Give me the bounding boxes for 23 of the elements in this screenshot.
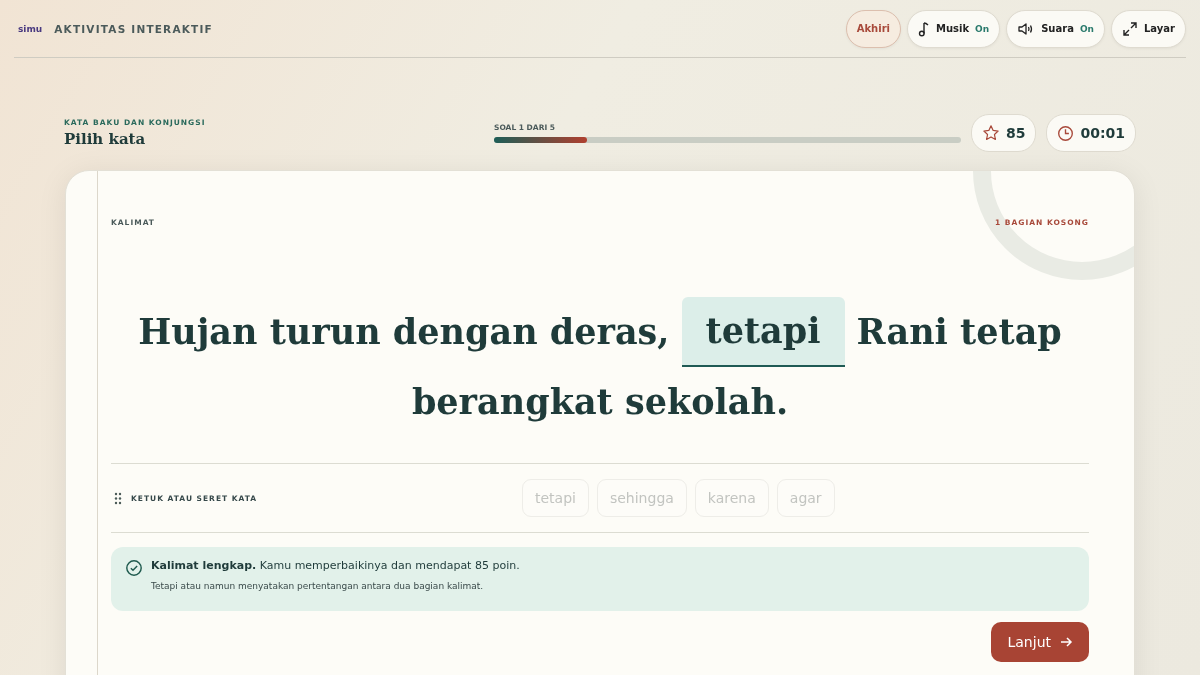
filled-blank[interactable]: tetapi <box>681 297 845 367</box>
arrow-right-icon <box>1059 635 1073 649</box>
sentence-text: Hujan turun dengan deras, <box>138 310 670 354</box>
music-toggle[interactable]: Musik On <box>907 9 1001 48</box>
music-note-icon <box>918 20 930 37</box>
app-title: AKTIVITAS INTERAKTIF <box>54 22 213 35</box>
expand-icon <box>1122 20 1138 37</box>
sentence-text: Rani tetap <box>856 310 1062 354</box>
star-icon <box>981 124 1000 142</box>
feedback-explanation: Tetapi atau namun menyatakan pertentangan antara dua bagian kalimat. <box>151 581 485 591</box>
feedback-message: Kalimat lengkap. Kamu memperbaikinya dan mendapat 85 poin. <box>151 559 520 572</box>
clock-icon <box>1057 124 1075 142</box>
logo: simu <box>18 23 43 34</box>
sentence-text: berangkat sekolah. <box>411 380 789 424</box>
sound-toggle[interactable]: Suara On <box>1006 9 1105 48</box>
drag-handle-icon <box>114 491 122 505</box>
activity-title: Pilih kata <box>64 130 147 148</box>
timer-badge: 00:01 <box>1046 114 1136 152</box>
fullscreen-button[interactable]: Layar <box>1111 9 1186 48</box>
check-circle-icon <box>125 559 143 577</box>
end-button[interactable]: Akhiri <box>845 9 901 48</box>
score-badge: 85 <box>970 114 1037 152</box>
next-button[interactable]: Lanjut <box>991 622 1089 662</box>
